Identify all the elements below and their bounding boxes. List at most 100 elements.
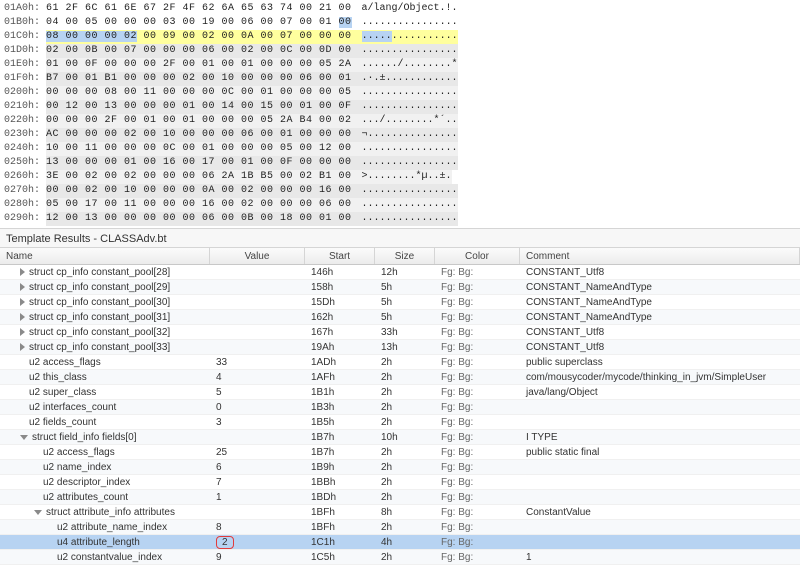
cell-name[interactable]: u2 access_flags (0, 355, 210, 369)
table-row[interactable]: struct attribute_info attributes1BFh8hFg… (0, 505, 800, 520)
chevron-right-icon[interactable] (20, 298, 25, 306)
cell-name[interactable]: struct cp_info constant_pool[31] (0, 310, 210, 324)
cell-value[interactable]: 0 (210, 400, 305, 414)
chevron-right-icon[interactable] (20, 328, 25, 336)
cell-value[interactable] (210, 280, 305, 294)
col-header-size[interactable]: Size (375, 248, 435, 264)
cell-value[interactable]: 9 (210, 550, 305, 564)
cell-name[interactable]: u4 attribute_length (0, 535, 210, 549)
cell-name[interactable]: struct cp_info constant_pool[32] (0, 325, 210, 339)
cell-name[interactable]: u2 access_flags (0, 445, 210, 459)
cell-name[interactable]: u2 fields_count (0, 415, 210, 429)
hex-bytes[interactable]: 02 00 0B 00 07 00 00 00 06 00 02 00 0C 0… (46, 44, 352, 58)
table-row[interactable]: u2 constantvalue_index91C5h2hFg: Bg:1 (0, 550, 800, 565)
cell-name[interactable]: struct cp_info constant_pool[29] (0, 280, 210, 294)
hex-row[interactable]: 01B0h:04 00 05 00 00 00 03 00 19 00 06 0… (0, 16, 800, 30)
hex-row[interactable]: 0240h:10 00 11 00 00 00 0C 00 01 00 00 0… (0, 142, 800, 156)
cell-name[interactable]: u2 interfaces_count (0, 400, 210, 414)
cell-value[interactable]: 25 (210, 445, 305, 459)
table-row[interactable]: u4 attribute_length21C1h4hFg: Bg: (0, 535, 800, 550)
col-header-color[interactable]: Color (435, 248, 520, 264)
cell-value[interactable] (210, 265, 305, 279)
cell-value[interactable]: 1 (210, 490, 305, 504)
table-row[interactable]: u2 this_class41AFh2hFg: Bg:com/mousycode… (0, 370, 800, 385)
chevron-right-icon[interactable] (20, 313, 25, 321)
cell-name[interactable]: u2 super_class (0, 385, 210, 399)
cell-value[interactable] (210, 505, 305, 519)
hex-bytes[interactable]: 61 2F 6C 61 6E 67 2F 4F 62 6A 65 63 74 0… (46, 2, 352, 16)
cell-value[interactable]: 33 (210, 355, 305, 369)
hex-row[interactable]: 0260h:3E 00 02 00 02 00 00 00 06 2A 1B B… (0, 170, 800, 184)
hex-row[interactable]: 0270h:00 00 02 00 10 00 00 00 0A 00 02 0… (0, 184, 800, 198)
cell-name[interactable]: struct field_info fields[0] (0, 430, 210, 444)
hex-ascii[interactable]: ................ (352, 100, 458, 114)
table-row[interactable]: struct cp_info constant_pool[30]15Dh5hFg… (0, 295, 800, 310)
cell-value[interactable]: 8 (210, 520, 305, 534)
hex-ascii[interactable]: ....../........* (352, 58, 458, 72)
chevron-down-icon[interactable] (34, 510, 42, 515)
hex-bytes[interactable]: AC 00 00 00 02 00 10 00 00 00 06 00 01 0… (46, 128, 352, 142)
table-row[interactable]: u2 access_flags331ADh2hFg: Bg:public sup… (0, 355, 800, 370)
cell-value[interactable]: 4 (210, 370, 305, 384)
hex-bytes[interactable]: 13 00 00 00 01 00 16 00 17 00 01 00 0F 0… (46, 156, 352, 170)
hex-bytes[interactable]: 12 00 13 00 00 00 00 00 06 00 0B 00 18 0… (46, 212, 352, 226)
hex-row[interactable]: 0250h:13 00 00 00 01 00 16 00 17 00 01 0… (0, 156, 800, 170)
table-row[interactable]: u2 attributes_count11BDh2hFg: Bg: (0, 490, 800, 505)
results-header[interactable]: Name Value Start Size Color Comment (0, 247, 800, 265)
hex-bytes[interactable]: 08 00 00 00 02 00 09 00 02 00 0A 00 07 0… (46, 30, 352, 44)
hex-row[interactable]: 0220h:00 00 00 2F 00 01 00 01 00 00 00 0… (0, 114, 800, 128)
hex-ascii[interactable]: ................ (352, 30, 458, 44)
hex-bytes[interactable]: 04 00 05 00 00 00 03 00 19 00 06 00 07 0… (46, 16, 352, 30)
cell-name[interactable]: u2 this_class (0, 370, 210, 384)
hex-row[interactable]: 0290h:12 00 13 00 00 00 00 00 06 00 0B 0… (0, 212, 800, 226)
table-row[interactable]: struct cp_info constant_pool[31]162h5hFg… (0, 310, 800, 325)
col-header-comment[interactable]: Comment (520, 248, 800, 264)
cell-name[interactable]: u2 descriptor_index (0, 475, 210, 489)
hex-bytes[interactable]: 00 00 00 2F 00 01 00 01 00 00 00 05 2A B… (46, 114, 352, 128)
hex-pane[interactable]: 01A0h:61 2F 6C 61 6E 67 2F 4F 62 6A 65 6… (0, 0, 800, 228)
chevron-right-icon[interactable] (20, 268, 25, 276)
table-row[interactable]: struct cp_info constant_pool[32]167h33hF… (0, 325, 800, 340)
cell-name[interactable]: struct cp_info constant_pool[33] (0, 340, 210, 354)
hex-bytes[interactable]: 01 00 0F 00 00 00 2F 00 01 00 01 00 00 0… (46, 58, 352, 72)
table-row[interactable]: struct cp_info constant_pool[29]158h5hFg… (0, 280, 800, 295)
col-header-start[interactable]: Start (305, 248, 375, 264)
cell-name[interactable]: u2 constantvalue_index (0, 550, 210, 564)
hex-ascii[interactable]: ................ (352, 156, 458, 170)
table-row[interactable]: struct cp_info constant_pool[28]146h12hF… (0, 265, 800, 280)
col-header-name[interactable]: Name (0, 248, 210, 264)
hex-ascii[interactable]: .·.±............ (352, 72, 458, 86)
table-row[interactable]: u2 access_flags251B7h2hFg: Bg:public sta… (0, 445, 800, 460)
cell-value[interactable] (210, 310, 305, 324)
cell-name[interactable]: struct attribute_info attributes (0, 505, 210, 519)
table-row[interactable]: struct field_info fields[0]1B7h10hFg: Bg… (0, 430, 800, 445)
hex-ascii[interactable]: ¬............... (352, 128, 458, 142)
hex-ascii[interactable]: ................ (352, 184, 458, 198)
table-row[interactable]: u2 interfaces_count01B3h2hFg: Bg: (0, 400, 800, 415)
hex-ascii[interactable]: >........*µ..±. (352, 170, 452, 184)
table-row[interactable]: struct cp_info constant_pool[33]19Ah13hF… (0, 340, 800, 355)
cell-value[interactable] (210, 430, 305, 444)
cell-value[interactable]: 3 (210, 415, 305, 429)
hex-ascii[interactable]: ................ (352, 86, 458, 100)
hex-bytes[interactable]: 10 00 11 00 00 00 0C 00 01 00 00 00 05 0… (46, 142, 352, 156)
results-table[interactable]: struct cp_info constant_pool[28]146h12hF… (0, 265, 800, 565)
hex-ascii[interactable]: ................ (352, 44, 458, 58)
cell-name[interactable]: u2 name_index (0, 460, 210, 474)
hex-ascii[interactable]: ................ (352, 198, 458, 212)
table-row[interactable]: u2 descriptor_index71BBh2hFg: Bg: (0, 475, 800, 490)
cell-value[interactable] (210, 325, 305, 339)
hex-row[interactable]: 0210h:00 12 00 13 00 00 00 01 00 14 00 1… (0, 100, 800, 114)
cell-value[interactable] (210, 340, 305, 354)
hex-row[interactable]: 01F0h:B7 00 01 B1 00 00 00 02 00 10 00 0… (0, 72, 800, 86)
cell-value[interactable]: 5 (210, 385, 305, 399)
hex-ascii[interactable]: a/lang/Object.!. (352, 2, 458, 16)
cell-value[interactable]: 7 (210, 475, 305, 489)
hex-row[interactable]: 01A0h:61 2F 6C 61 6E 67 2F 4F 62 6A 65 6… (0, 2, 800, 16)
hex-bytes[interactable]: 00 00 00 08 00 11 00 00 00 0C 00 01 00 0… (46, 86, 352, 100)
hex-bytes[interactable]: B7 00 01 B1 00 00 00 02 00 10 00 00 00 0… (46, 72, 352, 86)
col-header-value[interactable]: Value (210, 248, 305, 264)
hex-ascii[interactable]: ................ (352, 16, 458, 30)
hex-row[interactable]: 01C0h:08 00 00 00 02 00 09 00 02 00 0A 0… (0, 30, 800, 44)
table-row[interactable]: u2 fields_count31B5h2hFg: Bg: (0, 415, 800, 430)
